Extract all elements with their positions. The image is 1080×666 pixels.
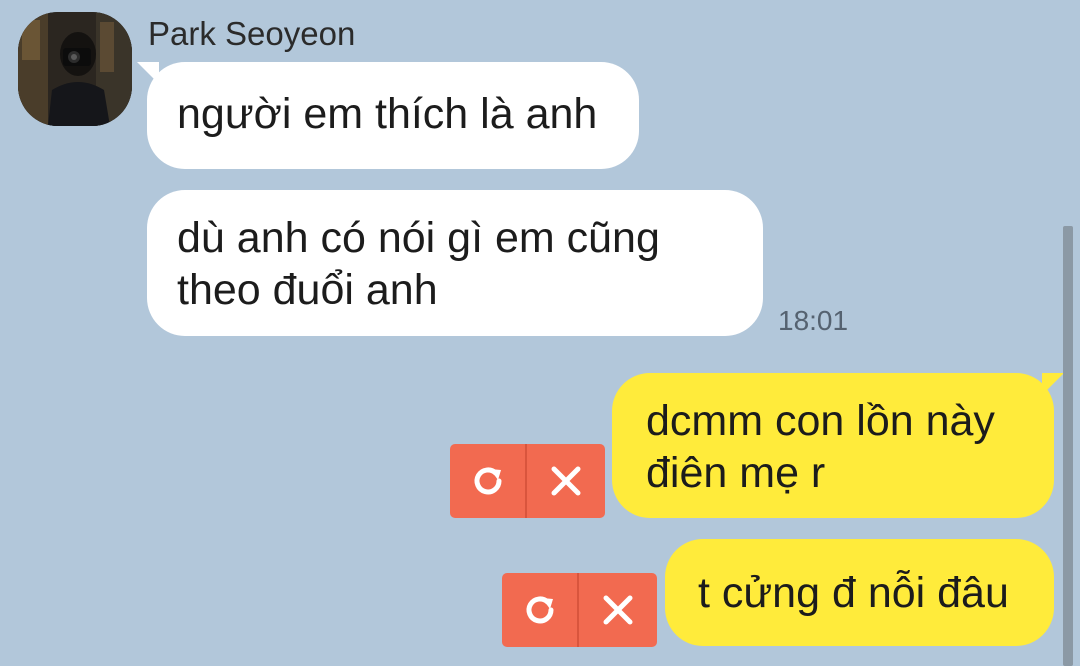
retry-icon [526, 596, 553, 624]
delete-button[interactable] [579, 573, 656, 647]
message-text: điên mẹ r [646, 449, 826, 497]
close-icon [551, 466, 580, 496]
avatar[interactable] [18, 12, 132, 126]
close-icon [603, 595, 632, 625]
message-text: người em thích là anh [177, 90, 598, 138]
avatar-photo [18, 12, 132, 126]
message-text: dù anh có nói gì em cũng [177, 214, 660, 262]
incoming-message[interactable]: người em thích là anh [137, 62, 639, 169]
message-text: theo đuổi anh [177, 266, 438, 314]
sender-name: Park Seoyeon [148, 15, 356, 52]
outgoing-message[interactable]: dcmm con lồn này điên mẹ r [612, 373, 1064, 518]
scrollbar[interactable] [1063, 226, 1073, 666]
bubble-tail [1042, 373, 1064, 395]
failed-message-actions [502, 573, 657, 647]
bubble-tail [137, 62, 159, 84]
failed-message-actions [450, 444, 605, 518]
message-text: dcmm con lồn này [646, 397, 995, 445]
resend-button[interactable] [450, 444, 527, 518]
message-timestamp: 18:01 [778, 305, 849, 336]
retry-icon [474, 467, 501, 495]
resend-button[interactable] [502, 573, 579, 647]
incoming-message[interactable]: dù anh có nói gì em cũng theo đuổi anh [147, 190, 763, 336]
message-text: t cửng đ nỗi đâu [698, 569, 1009, 617]
outgoing-message[interactable]: t cửng đ nỗi đâu [665, 539, 1054, 646]
delete-button[interactable] [527, 444, 604, 518]
